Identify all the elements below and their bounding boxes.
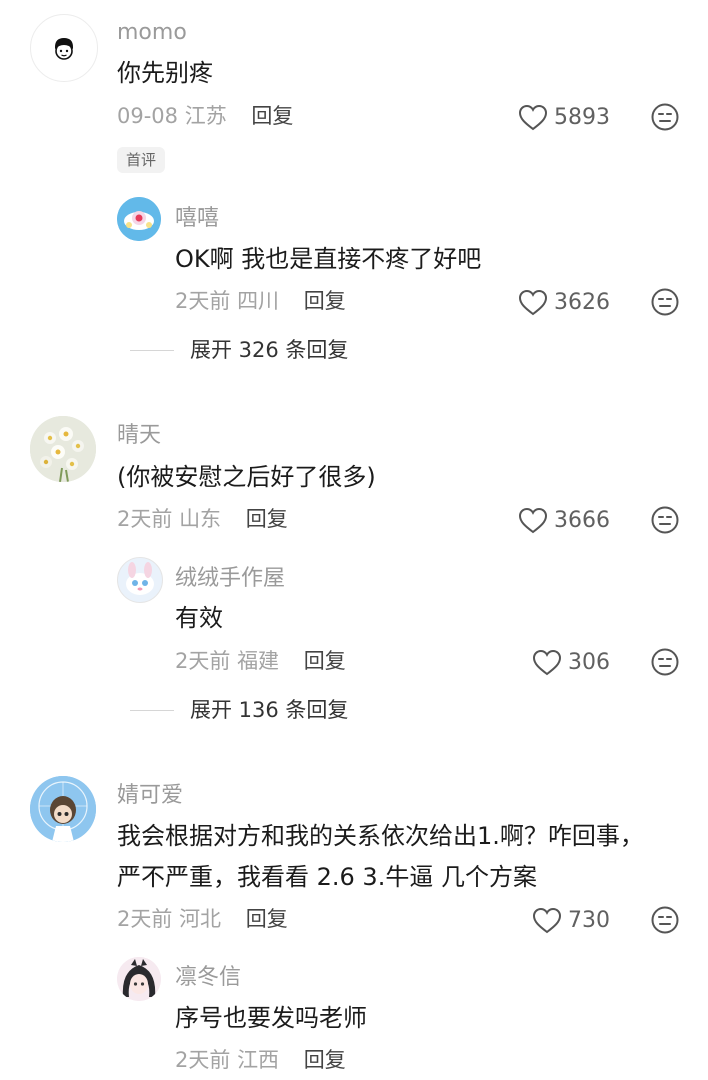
anime-girl-avatar-icon [117, 957, 161, 1001]
avatar[interactable] [30, 14, 98, 82]
reply-button[interactable]: 回复 [246, 907, 288, 931]
dislike-face-icon[interactable] [650, 287, 680, 317]
dislike-face-icon[interactable] [650, 505, 680, 535]
like-button[interactable]: 3626 [518, 289, 610, 317]
expand-replies-button[interactable]: 展开 326 条回复 [130, 337, 348, 363]
comment-meta: 2天前 江西 回复 [175, 1047, 346, 1073]
comment-date: 2天前 [175, 289, 231, 313]
username[interactable]: momo [117, 20, 187, 46]
expand-label: 展开 136 条回复 [190, 698, 349, 722]
reply-button[interactable]: 回复 [251, 104, 293, 128]
heart-icon [518, 289, 548, 316]
comment-location: 福建 [237, 649, 280, 673]
comment-text: (你被安慰之后好了很多) [117, 463, 376, 491]
expand-replies-button[interactable]: 展开 136 条回复 [130, 697, 348, 723]
dislike-face-icon[interactable] [650, 102, 680, 132]
reply-button[interactable]: 回复 [304, 1048, 346, 1072]
heart-icon [518, 507, 548, 534]
daisy-bouquet-avatar-icon [30, 416, 96, 482]
like-count: 3626 [554, 290, 610, 315]
heart-icon [532, 649, 562, 676]
username[interactable]: 绒绒手作屋 [175, 566, 285, 592]
blue-flower-avatar-icon [117, 197, 161, 241]
comment-meta: 2天前 福建 回复 [175, 648, 346, 674]
avatar[interactable] [117, 557, 163, 603]
comment-text-line-1: 我会根据对方和我的关系依次给出1.啊？咋回事， [117, 822, 644, 850]
username[interactable]: 凛冬信 [175, 965, 241, 991]
username[interactable]: 晴天 [117, 423, 161, 449]
avatar[interactable] [117, 197, 161, 241]
avatar[interactable] [117, 957, 161, 1001]
like-button[interactable]: 5893 [518, 104, 610, 132]
divider-line [130, 349, 174, 351]
like-count: 5893 [554, 105, 610, 130]
reply-button[interactable]: 回复 [304, 649, 346, 673]
comment-text: 序号也要发吗老师 [175, 1004, 367, 1032]
avatar[interactable] [30, 416, 96, 482]
comment-text: 你先别疼 [117, 59, 213, 87]
heart-icon [532, 907, 562, 934]
comment-date: 2天前 [117, 907, 173, 931]
doll-ferris-wheel-avatar-icon [30, 776, 96, 842]
comment-date: 09-08 [117, 104, 179, 128]
comment-location: 河北 [179, 907, 222, 931]
like-button[interactable]: 730 [532, 907, 610, 935]
username[interactable]: 嘻嘻 [175, 206, 219, 232]
like-count: 3666 [554, 508, 610, 533]
comment-text-line-2: 严不严重，我看看 2.6 3.牛逼 几个方案 [117, 863, 537, 891]
dislike-face-icon[interactable] [650, 905, 680, 935]
comment-meta: 2天前 山东 回复 [117, 506, 288, 532]
comment-location: 山东 [179, 507, 222, 531]
first-comment-badge: 首评 [117, 147, 166, 173]
comment-meta: 2天前 河北 回复 [117, 906, 288, 932]
comment-location: 江苏 [184, 104, 227, 128]
comment-meta: 09-08 江苏 回复 [117, 103, 293, 129]
cartoon-face-avatar-icon [55, 38, 73, 60]
like-count: 730 [568, 908, 610, 933]
like-button[interactable]: 3666 [518, 507, 610, 535]
heart-icon [518, 104, 548, 131]
divider-line [130, 709, 174, 711]
reply-button[interactable]: 回复 [246, 507, 288, 531]
comment-location: 江西 [237, 1048, 280, 1072]
dislike-face-icon[interactable] [650, 647, 680, 677]
comment-text: 有效 [175, 604, 223, 632]
reply-button[interactable]: 回复 [304, 289, 346, 313]
comment-location: 四川 [237, 289, 280, 313]
comment-meta: 2天前 四川 回复 [175, 288, 346, 314]
comment-text: OK啊 我也是直接不疼了好吧 [175, 245, 482, 273]
expand-label: 展开 326 条回复 [190, 338, 349, 362]
cute-bunny-avatar-icon [118, 558, 162, 602]
avatar[interactable] [30, 776, 96, 842]
comment-date: 2天前 [175, 1048, 231, 1072]
like-count: 306 [568, 650, 610, 675]
comment-date: 2天前 [117, 507, 173, 531]
comment-date: 2天前 [175, 649, 231, 673]
username[interactable]: 婧可爱 [117, 783, 183, 809]
like-button[interactable]: 306 [532, 649, 610, 677]
